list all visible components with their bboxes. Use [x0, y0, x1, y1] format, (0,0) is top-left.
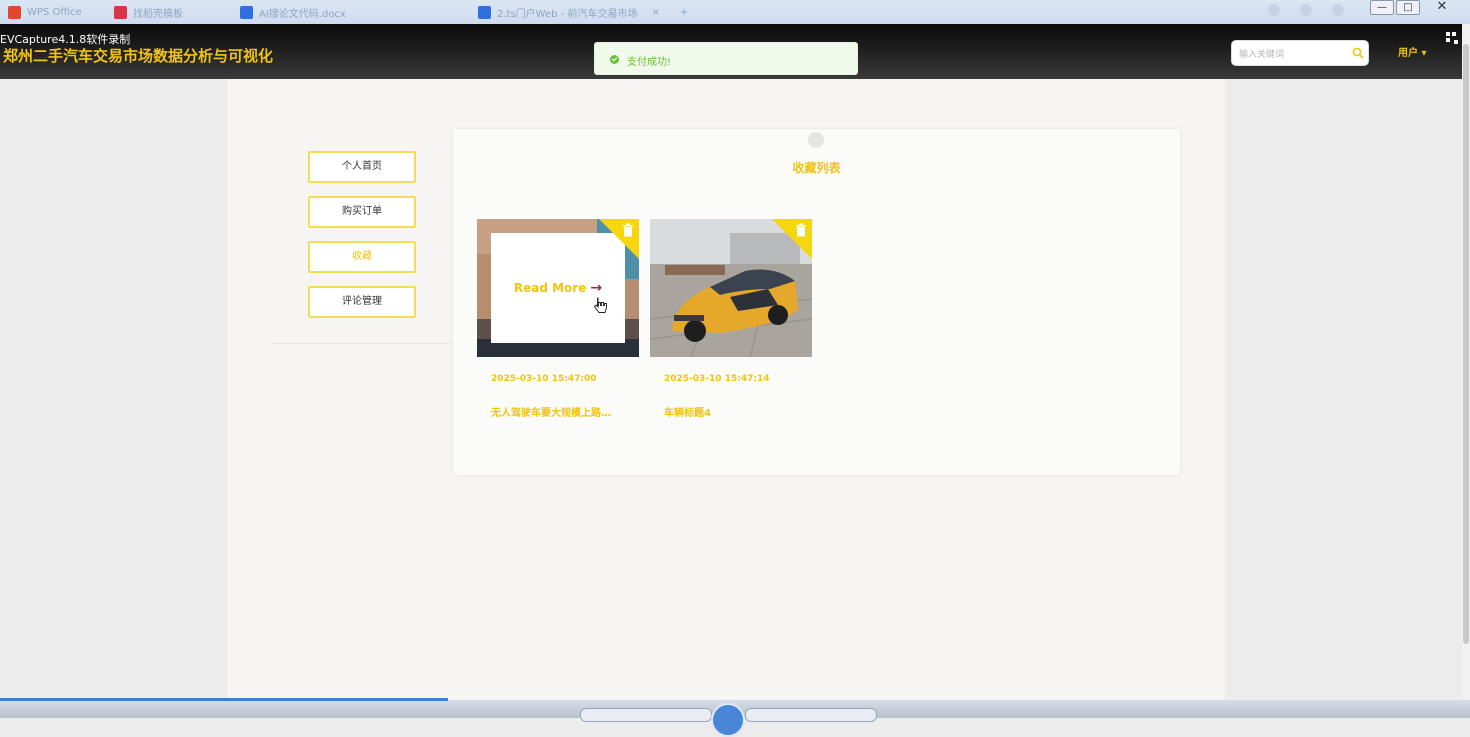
- favorite-card[interactable]: 2025-03-10 15:47:14 车辆标题4: [650, 219, 812, 419]
- close-tab-icon[interactable]: ×: [651, 7, 659, 18]
- browser-tab-label: WPS Office: [27, 6, 82, 18]
- grid-menu-icon[interactable]: [1445, 32, 1459, 44]
- browser-tab-label: AI搜论文代码.docx: [259, 8, 346, 20]
- loading-indicator: [808, 132, 824, 148]
- browser-tab[interactable]: 找稻壳模板: [114, 4, 183, 20]
- favorite-date: 2025-03-10 15:47:14: [664, 374, 770, 384]
- playback-controls-right[interactable]: [745, 708, 877, 722]
- user-menu[interactable]: 用户 ▾: [1398, 44, 1427, 59]
- check-circle-icon: [610, 55, 619, 64]
- favorite-card[interactable]: Read More → 2025-03-10 15:47:00 无人驾驶车要大规…: [477, 219, 639, 419]
- doc-icon: [240, 5, 253, 19]
- arrow-right-icon: →: [590, 280, 603, 296]
- playback-progress[interactable]: [0, 698, 448, 701]
- favorite-title[interactable]: 车辆标题4: [664, 404, 804, 419]
- search-icon[interactable]: [1352, 47, 1364, 59]
- new-tab-icon[interactable]: +: [680, 7, 688, 18]
- close-window-button[interactable]: ✕: [1430, 0, 1454, 15]
- favorite-date: 2025-03-10 15:47:00: [491, 374, 597, 384]
- sidebar-item-profile[interactable]: 个人首页: [308, 151, 416, 183]
- tab-overview-icon[interactable]: [1268, 4, 1280, 16]
- scrollbar-thumb[interactable]: [1463, 44, 1469, 644]
- search-box: [1231, 40, 1369, 66]
- vertical-scrollbar[interactable]: [1462, 24, 1470, 700]
- maximize-button[interactable]: □: [1396, 0, 1420, 15]
- favorite-thumbnail[interactable]: [650, 219, 812, 357]
- trash-icon[interactable]: [622, 223, 634, 237]
- browser-tab[interactable]: AI搜论文代码.docx: [240, 4, 346, 20]
- favorite-thumbnail[interactable]: Read More →: [477, 219, 639, 357]
- hand-cursor-icon: [594, 297, 607, 313]
- playback-controls-left[interactable]: [580, 708, 712, 722]
- site-title[interactable]: 郑州二手汽车交易市场数据分析与可视化: [3, 45, 273, 66]
- docer-icon: [114, 5, 127, 19]
- minimize-button[interactable]: —: [1370, 0, 1394, 15]
- wps-icon: [8, 5, 21, 19]
- settings-icon[interactable]: [1300, 4, 1312, 16]
- favorite-title[interactable]: 无人驾驶车要大规模上路…: [491, 404, 631, 419]
- trash-icon[interactable]: [795, 223, 807, 237]
- avatar[interactable]: [1332, 4, 1344, 16]
- success-toast: 支付成功!: [594, 42, 858, 75]
- browser-tab-label: 2.ts门户Web - 前汽车交易市场: [497, 8, 638, 20]
- play-button[interactable]: [711, 703, 745, 737]
- sidebar-item-favorites[interactable]: 收藏: [308, 241, 416, 273]
- read-more-label: Read More: [513, 281, 587, 295]
- browser-tab[interactable]: 2.ts门户Web - 前汽车交易市场 × +: [478, 4, 688, 20]
- browser-tab-strip: WPS Office 找稻壳模板 AI搜论文代码.docx 2.ts门户Web …: [0, 0, 1470, 24]
- sidebar-item-orders[interactable]: 购买订单: [308, 196, 416, 228]
- sidebar-item-comments[interactable]: 评论管理: [308, 286, 416, 318]
- sidebar-divider: [272, 343, 452, 344]
- panel-title: 收藏列表: [792, 161, 841, 175]
- browser-tab[interactable]: WPS Office: [8, 4, 82, 20]
- search-input[interactable]: [1237, 44, 1341, 64]
- favorites-panel: 收藏列表 Read More → 2025-03-10 15:47:00 无人驾…: [453, 129, 1180, 475]
- browser-tab-label: 找稻壳模板: [133, 8, 183, 20]
- doc-icon: [478, 5, 491, 19]
- toast-message: 支付成功!: [627, 57, 672, 68]
